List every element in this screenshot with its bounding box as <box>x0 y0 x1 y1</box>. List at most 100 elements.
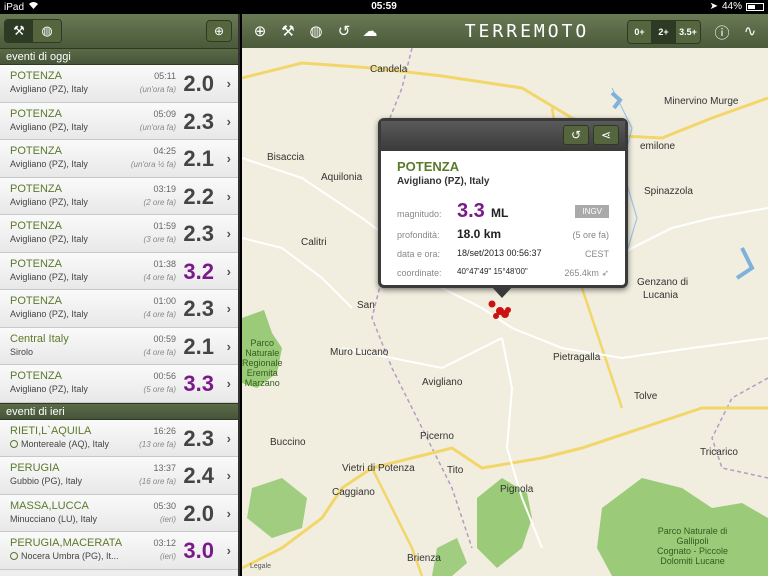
event-ago: (3 ore fa) <box>143 235 176 244</box>
section-header: eventi di ieri <box>0 402 238 420</box>
event-magnitude: 3.2 <box>183 258 214 284</box>
event-ago: (2 ore fa) <box>143 197 176 207</box>
legal-link[interactable]: Legale <box>250 563 271 570</box>
town-label: Calitri <box>301 237 327 248</box>
event-place: POTENZA <box>10 370 62 382</box>
event-row[interactable]: MASSA,LUCCA Minucciano (LU), Italy 05:30… <box>0 494 238 532</box>
quake-marker <box>488 300 496 308</box>
event-place: POTENZA <box>10 220 62 232</box>
section-header: eventi di oggi <box>0 48 238 65</box>
event-location-text: Avigliano (PZ), Italy <box>10 234 88 244</box>
town-label: Candela <box>370 64 408 75</box>
event-row[interactable]: RIETI,L`AQUILA Montereale (AQ), Italy 16… <box>0 419 238 457</box>
event-magnitude: 2.2 <box>183 183 214 209</box>
event-location: Minucciano (LU), Italy <box>10 514 97 524</box>
chevron-right-icon: › <box>226 468 231 483</box>
event-location-text: Nocera Umbra (PG), It... <box>21 551 119 561</box>
event-ago: (ieri) <box>160 514 176 524</box>
event-time: 03:12 <box>153 538 176 548</box>
event-popup: ↺ ⋖ POTENZA Avigliano (PZ), Italy magnit… <box>378 118 628 298</box>
event-time: 00:56 <box>153 371 176 381</box>
battery-percent: 44% <box>721 1 742 12</box>
town-label: Pignola <box>500 484 534 495</box>
event-place: POTENZA <box>10 295 62 307</box>
event-ago: (un'ora fa) <box>139 85 176 94</box>
distance-note: 265.4km ➶ <box>564 268 609 279</box>
event-row[interactable]: PERUGIA Gubbio (PG), Italy 13:37 (16 ore… <box>0 457 238 495</box>
event-row[interactable]: Central Italy Sirolo 00:59 (4 ore fa) 2.… <box>0 327 238 365</box>
event-location: Sirolo <box>10 347 33 357</box>
event-time: 01:00 <box>153 296 176 306</box>
event-location-text: Avigliano (PZ), Italy <box>10 384 88 394</box>
event-location: Avigliano (PZ), Italy <box>10 272 88 282</box>
event-location: Avigliano (PZ), Italy <box>10 234 88 244</box>
event-location: Avigliano (PZ), Italy <box>10 122 88 132</box>
event-place: Central Italy <box>10 332 69 345</box>
list-mode-button[interactable]: ⚒ <box>5 20 33 42</box>
event-row[interactable]: POTENZA Avigliano (PZ), Italy 04:25 (un'… <box>0 140 238 178</box>
seismograph-icon[interactable]: ∿ <box>740 22 760 40</box>
pin-icon: ⊕ <box>213 24 225 38</box>
cloud-download-icon[interactable]: ☁ <box>360 22 380 40</box>
event-row[interactable]: POTENZA Avigliano (PZ), Italy 01:38 (4 o… <box>0 252 238 290</box>
magnitude-label: magnitudo: <box>397 209 442 219</box>
event-location-text: Minucciano (LU), Italy <box>10 513 98 524</box>
app-title: TERREMOTO <box>464 21 590 42</box>
town-label: Tolve <box>634 391 658 402</box>
event-time: 04:25 <box>153 146 176 156</box>
distance-value: 265.4km <box>564 268 599 278</box>
park-label-line: Naturale <box>245 348 280 358</box>
event-row[interactable]: POTENZA Avigliano (PZ), Italy 00:56 (5 o… <box>0 365 238 403</box>
filter-3-5-button[interactable]: 3.5+ <box>676 21 700 43</box>
event-row[interactable]: PERUGIA,MACERATA Nocera Umbra (PG), It..… <box>0 532 238 570</box>
filter-2-button[interactable]: 2+ <box>652 21 676 43</box>
location-pin-button[interactable]: ⊕ <box>206 20 232 42</box>
event-ago: (4 ore fa) <box>143 272 176 282</box>
town-label: Tricarico <box>700 447 738 458</box>
filter-0-button[interactable]: 0+ <box>628 21 652 43</box>
globe-icon[interactable]: ◍ <box>306 22 326 40</box>
town-label: Buccino <box>270 437 306 448</box>
town-label: Spinazzola <box>644 186 693 197</box>
locate-icon[interactable]: ⊕ <box>250 22 270 40</box>
history-icon[interactable]: ↺ <box>334 22 354 40</box>
magnitude-filter: 0+ 2+ 3.5+ <box>627 20 701 44</box>
map-view[interactable]: CandelaLavelloMinervino MurgeBisacciaAqu… <box>242 48 768 576</box>
park-label-line: Cognato - Piccole <box>657 546 729 556</box>
park-label-line: Regionale <box>242 358 283 368</box>
event-ago: (ieri) <box>160 552 176 561</box>
event-row[interactable]: POTENZA Avigliano (PZ), Italy 01:59 (3 o… <box>0 215 238 253</box>
history-button[interactable]: ↺ <box>563 125 589 145</box>
event-sidebar: ⚒ ◍ ⊕ eventi di oggi POTENZA Avigliano (… <box>0 14 240 576</box>
sidebar-toolbar: ⚒ ◍ ⊕ <box>0 14 238 48</box>
event-row[interactable]: POTENZA Avigliano (PZ), Italy 05:09 (un'… <box>0 102 238 140</box>
magnitude-unit: ML <box>491 206 509 220</box>
chevron-right-icon: › <box>226 376 231 391</box>
event-location-text: Avigliano (PZ), Italy <box>10 121 88 132</box>
coordinates-value: 40°47'49" 15°48'00" <box>457 267 528 276</box>
event-location: Avigliano (PZ), Italy <box>10 197 88 207</box>
chevron-right-icon: › <box>226 188 231 204</box>
event-ago: (5 ore fa) <box>143 385 176 394</box>
event-row[interactable]: POTENZA Avigliano (PZ), Italy 01:00 (4 o… <box>0 290 238 328</box>
event-place: PERUGIA <box>10 462 60 474</box>
town-label: Pietragalla <box>553 352 601 363</box>
clock: 05:59 <box>371 1 397 12</box>
globe-mode-button[interactable]: ◍ <box>33 20 61 42</box>
status-bar: iPad 05:59 ➤ 44% <box>0 0 768 14</box>
park-label-line: Eremita <box>246 368 278 378</box>
event-row[interactable]: POTENZA Avigliano (PZ), Italy 05:11 (un'… <box>0 65 238 103</box>
event-place: POTENZA <box>10 182 62 195</box>
event-magnitude: 3.3 <box>183 371 214 396</box>
event-row[interactable]: POTENZA Avigliano (PZ), Italy 03:19 (2 o… <box>0 177 238 215</box>
info-icon[interactable]: ⓘ <box>712 22 732 43</box>
top-toolbar: ⊕ ⚒ ◍ ↺ ☁ TERREMOTO 0+ 2+ 3.5+ ⓘ ∿ <box>242 14 768 48</box>
depth-note: (5 ore fa) <box>572 230 609 240</box>
event-location: Avigliano (PZ), Italy <box>10 159 88 169</box>
event-time: 01:59 <box>153 221 176 231</box>
town-label: Brienza <box>407 553 441 564</box>
event-magnitude: 2.3 <box>183 108 214 134</box>
hammer-icon[interactable]: ⚒ <box>278 22 298 40</box>
event-magnitude: 2.4 <box>183 463 214 488</box>
share-button[interactable]: ⋖ <box>593 125 619 145</box>
